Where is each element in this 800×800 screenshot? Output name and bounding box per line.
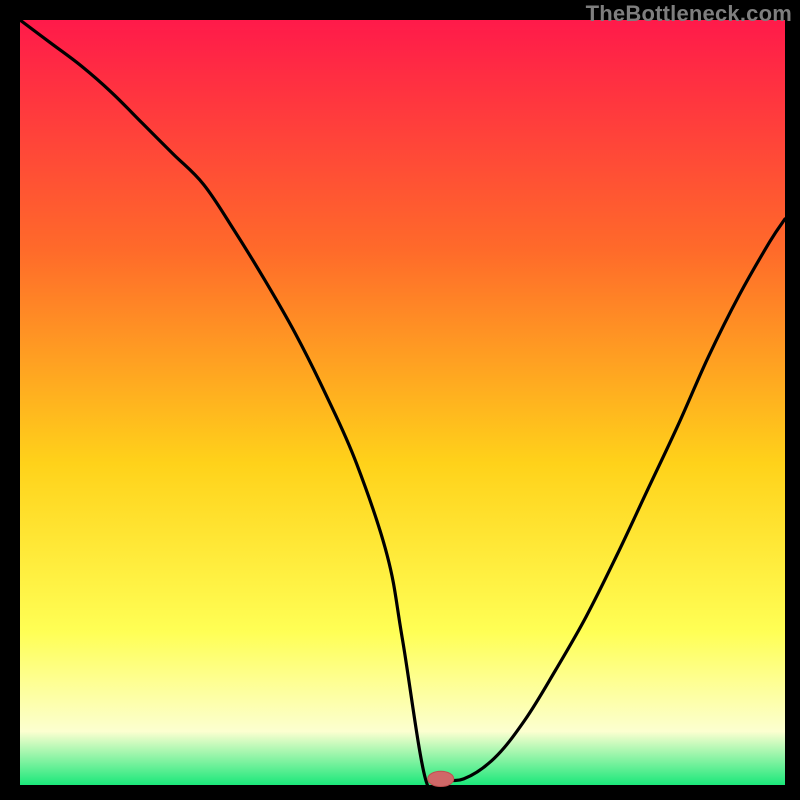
optimal-point-marker [428, 771, 454, 786]
plot-background [20, 20, 785, 785]
bottleneck-chart [0, 0, 800, 800]
watermark-text: TheBottleneck.com [586, 1, 792, 27]
chart-frame: TheBottleneck.com [0, 0, 800, 800]
